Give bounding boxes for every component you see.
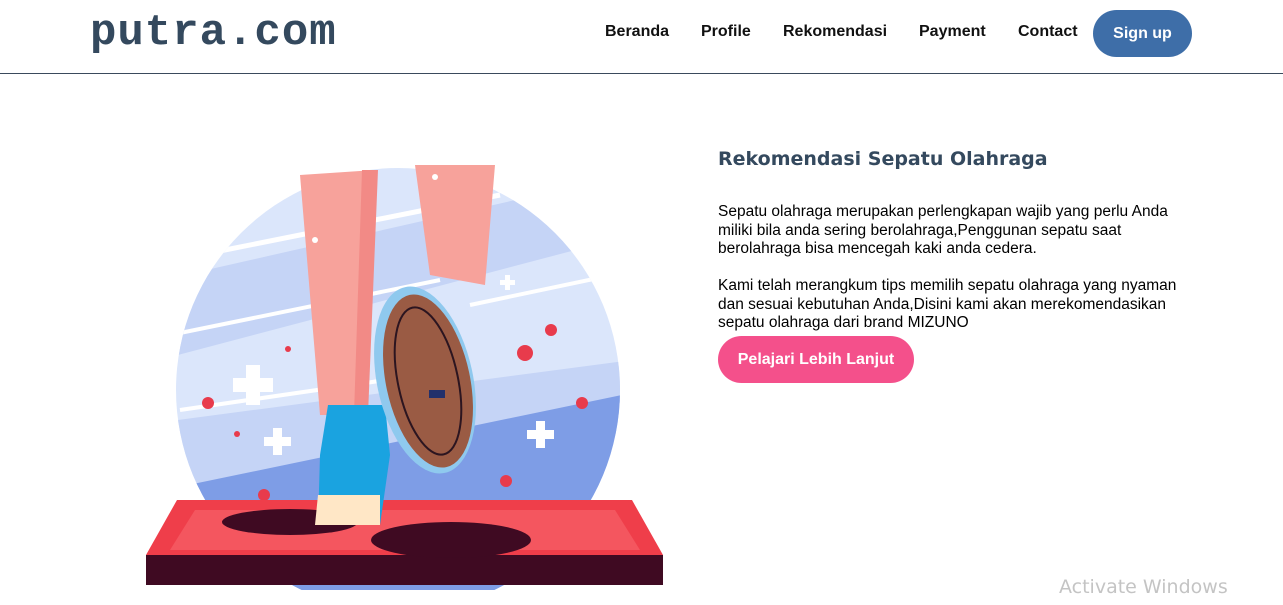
- nav-link-payment[interactable]: Payment: [919, 23, 986, 41]
- nav-link-profile[interactable]: Profile: [701, 23, 751, 41]
- section-title: Rekomendasi Sepatu Olahraga: [718, 148, 1048, 170]
- main-nav: Beranda Profile Rekomendasi Payment Cont…: [0, 0, 1283, 74]
- nav-link-contact[interactable]: Contact: [1018, 23, 1078, 41]
- intro-paragraph: Sepatu olahraga merupakan perlengkapan w…: [718, 203, 1168, 257]
- nav-link-rekomendasi[interactable]: Rekomendasi: [783, 23, 887, 41]
- activate-windows-watermark: Activate Windows: [1059, 576, 1228, 598]
- signup-button[interactable]: Sign up: [1093, 10, 1192, 57]
- nav-link-beranda[interactable]: Beranda: [605, 23, 669, 41]
- site-header: putra.com Beranda Profile Rekomendasi Pa…: [0, 0, 1283, 74]
- learn-more-button[interactable]: Pelajari Lebih Lanjut: [718, 336, 914, 383]
- recommendation-paragraph: Kami telah merangkum tips memilih sepatu…: [718, 277, 1177, 331]
- running-shoes-illustration: [146, 165, 663, 590]
